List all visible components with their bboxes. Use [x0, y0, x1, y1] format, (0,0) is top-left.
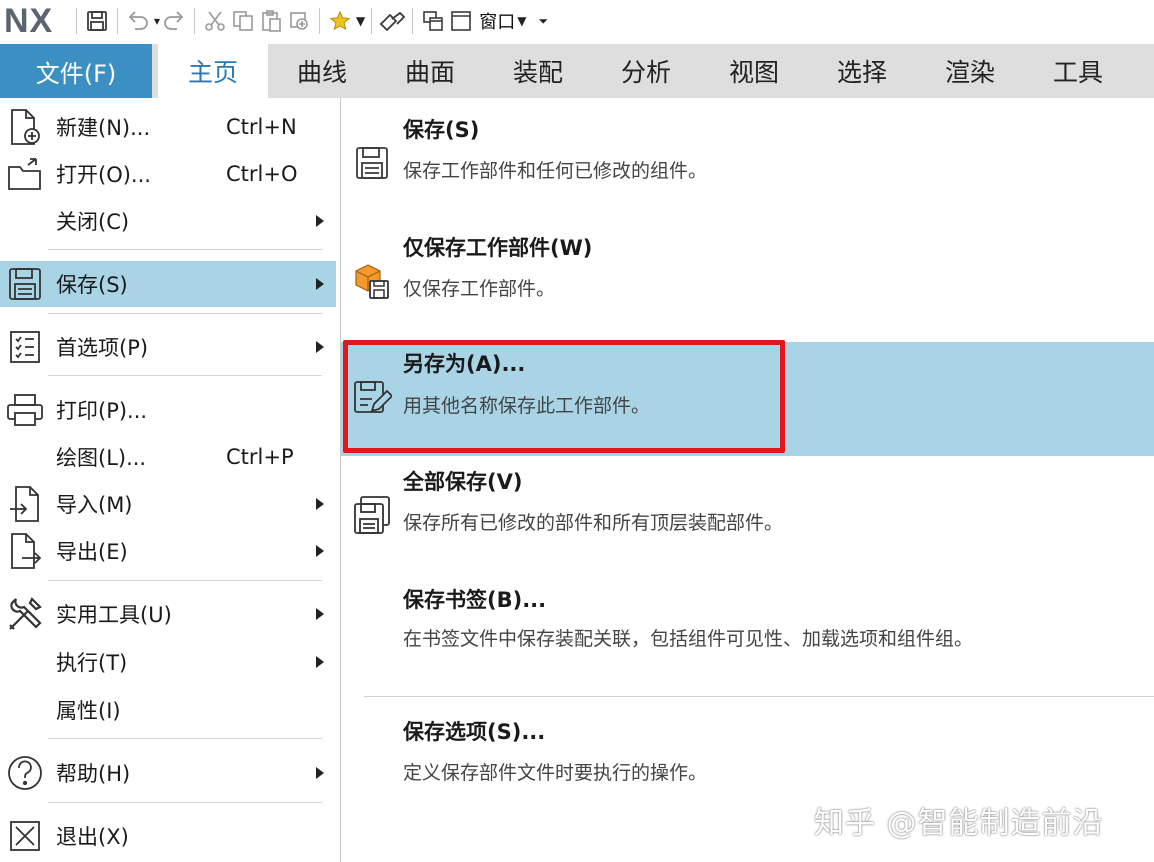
- submenu-arrow-icon: [316, 545, 324, 557]
- switch-window-icon[interactable]: [419, 5, 447, 37]
- submenu-arrow-icon: [316, 341, 324, 353]
- menu-item-close[interactable]: 关闭(C): [0, 198, 336, 244]
- menu-divider: [48, 802, 322, 803]
- window-menu-label[interactable]: 窗口: [479, 8, 515, 34]
- tab-render[interactable]: 渲染: [916, 44, 1024, 98]
- menu-item-save[interactable]: 保存(S): [0, 261, 336, 307]
- save-icon: [4, 263, 46, 305]
- menu-item-utilities[interactable]: 实用工具(U): [0, 591, 336, 637]
- submenu-arrow-icon: [316, 767, 324, 779]
- submenu-arrow-icon: [316, 608, 324, 620]
- submenu-item-save-all[interactable]: 全部保存(V) 保存所有已修改的部件和所有顶层装配部件。: [341, 458, 1154, 570]
- menu-item-properties[interactable]: 属性(I): [0, 687, 336, 733]
- toolbar-divider: [371, 8, 373, 34]
- toolbar-divider: [319, 8, 321, 34]
- printer-icon: [4, 389, 46, 431]
- toolbar-divider: [194, 8, 196, 34]
- quick-access-toolbar: NX ▾ ▼ 窗口 ▼ ⏷: [0, 0, 1154, 42]
- menu-divider: [48, 313, 322, 314]
- tab-file[interactable]: 文件(F): [0, 44, 152, 98]
- new-file-icon: [4, 106, 46, 148]
- save-icon[interactable]: [83, 5, 111, 37]
- copy-icon[interactable]: [229, 5, 257, 37]
- toolbar-divider: [117, 8, 118, 34]
- submenu-arrow-icon: [316, 656, 324, 668]
- tab-analysis[interactable]: 分析: [592, 44, 700, 98]
- submenu-item-save-work-part-only[interactable]: 仅保存工作部件(W) 仅保存工作部件。: [341, 222, 1154, 334]
- submenu-arrow-icon: [316, 498, 324, 510]
- menu-item-preferences[interactable]: 首选项(P): [0, 324, 336, 370]
- submenu-arrow-icon: [316, 278, 324, 290]
- save-all-icon: [351, 494, 393, 536]
- toolbar-divider: [412, 8, 414, 34]
- tab-assembly[interactable]: 装配: [484, 44, 592, 98]
- file-menu: 新建(N)... Ctrl+N 打开(O)... Ctrl+O 关闭(C) 保存…: [0, 98, 340, 862]
- tab-tools[interactable]: 工具: [1024, 44, 1132, 98]
- submenu-arrow-icon: [316, 215, 324, 227]
- submenu-item-save[interactable]: 保存(S) 保存工作部件和任何已修改的组件。: [341, 104, 1154, 216]
- tools-icon: [4, 593, 46, 635]
- favorite-star-icon[interactable]: [326, 5, 354, 37]
- menu-item-plot[interactable]: 绘图(L)... Ctrl+P: [0, 434, 336, 480]
- highlight-box: [343, 340, 785, 453]
- tab-view[interactable]: 视图: [700, 44, 808, 98]
- menu-item-export[interactable]: 导出(E): [0, 528, 336, 574]
- export-icon: [4, 530, 46, 572]
- toolbar-divider: [76, 8, 77, 34]
- exit-icon: [4, 815, 46, 857]
- help-icon: [4, 752, 46, 794]
- menu-divider: [48, 580, 322, 581]
- nx-logo: NX: [4, 1, 54, 40]
- menu-item-open[interactable]: 打开(O)... Ctrl+O: [0, 151, 336, 197]
- window-dropdown-icon[interactable]: ▼: [517, 14, 526, 28]
- save-work-part-icon: [351, 260, 393, 302]
- preferences-icon: [4, 326, 46, 368]
- submenu-divider: [364, 696, 1154, 697]
- customize-toolbar-icon[interactable]: ⏷: [539, 14, 549, 29]
- repeat-command-icon[interactable]: [285, 5, 313, 37]
- tab-home[interactable]: 主页: [158, 44, 268, 98]
- save-icon: [351, 142, 393, 184]
- import-icon: [4, 483, 46, 525]
- menu-item-execute[interactable]: 执行(T): [0, 639, 336, 685]
- redo-icon[interactable]: [160, 5, 188, 37]
- menu-item-import[interactable]: 导入(M): [0, 481, 336, 527]
- touch-mode-icon[interactable]: [378, 5, 406, 37]
- favorite-dropdown-icon[interactable]: ▼: [356, 14, 365, 28]
- paste-icon[interactable]: [257, 5, 285, 37]
- submenu-item-save-bookmark[interactable]: 保存书签(B)... 在书签文件中保存装配关联，包括组件可见性、加载选项和组件组…: [341, 576, 1154, 688]
- open-folder-icon: [4, 153, 46, 195]
- submenu-item-save-options[interactable]: 保存选项(S)... 定义保存部件文件时要执行的操作。: [341, 708, 1154, 808]
- tab-curve[interactable]: 曲线: [268, 44, 376, 98]
- cut-icon[interactable]: [201, 5, 229, 37]
- tab-surface[interactable]: 曲面: [376, 44, 484, 98]
- ribbon-tab-bar: 文件(F) 主页 曲线 曲面 装配 分析 视图 选择 渲染 工具: [0, 44, 1154, 98]
- menu-item-help[interactable]: 帮助(H): [0, 750, 336, 796]
- menu-divider: [48, 738, 322, 739]
- menu-item-print[interactable]: 打印(P)...: [0, 387, 336, 433]
- window-icon[interactable]: [447, 5, 475, 37]
- menu-item-new[interactable]: 新建(N)... Ctrl+N: [0, 104, 336, 150]
- menu-divider: [48, 375, 322, 376]
- watermark: 知乎 @智能制造前沿: [814, 806, 1104, 841]
- tab-selection[interactable]: 选择: [808, 44, 916, 98]
- menu-item-exit[interactable]: 退出(X): [0, 813, 336, 859]
- undo-icon[interactable]: [124, 5, 152, 37]
- menu-divider: [48, 249, 322, 250]
